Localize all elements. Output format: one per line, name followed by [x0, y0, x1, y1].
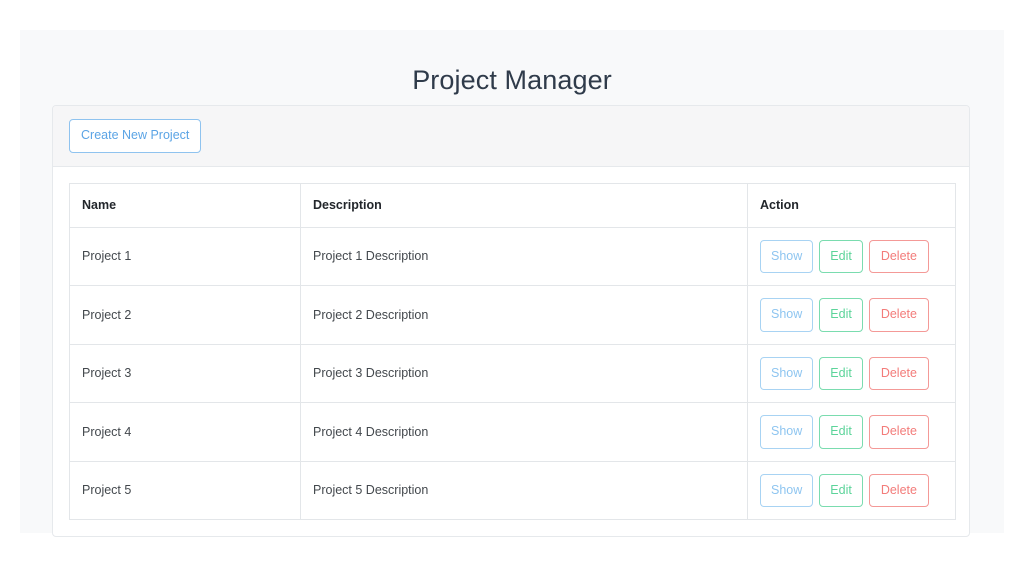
edit-project-button[interactable]: Edit	[819, 473, 863, 507]
cell-actions: Show Edit Delete	[747, 460, 956, 520]
cell-project-name: Project 5	[69, 460, 301, 520]
cell-project-description: Project 1 Description	[300, 226, 748, 286]
cell-actions: Show Edit Delete	[747, 402, 956, 462]
edit-project-button[interactable]: Edit	[819, 415, 863, 449]
table-header-row: Name Description Action	[69, 182, 956, 228]
cell-project-description: Project 2 Description	[300, 285, 748, 345]
column-header-action: Action	[747, 182, 956, 228]
show-project-button[interactable]: Show	[760, 473, 814, 507]
cell-project-description: Project 5 Description	[300, 460, 748, 520]
delete-project-button[interactable]: Delete	[868, 415, 929, 449]
projects-table: Name Description Action Project 1 Project…	[69, 182, 956, 521]
table-body: Project 1 Project 1 Description Show Edit De…	[69, 226, 956, 520]
column-header-name: Name	[69, 182, 301, 228]
show-project-button[interactable]: Show	[760, 298, 814, 332]
cell-project-name: Project 4	[69, 402, 301, 462]
card-body: Name Description Action Project 1 Project…	[53, 167, 969, 537]
show-project-button[interactable]: Show	[760, 415, 814, 449]
edit-project-button[interactable]: Edit	[819, 356, 863, 390]
cell-actions: Show Edit Delete	[747, 343, 956, 403]
cell-project-name: Project 3	[69, 343, 301, 403]
show-project-button[interactable]: Show	[760, 239, 814, 273]
delete-project-button[interactable]: Delete	[868, 239, 929, 273]
card-header: Create New Project	[53, 106, 969, 167]
delete-project-button[interactable]: Delete	[868, 356, 929, 390]
cell-actions: Show Edit Delete	[747, 226, 956, 286]
column-header-description: Description	[300, 182, 748, 228]
create-new-project-button[interactable]: Create New Project	[69, 119, 202, 153]
app-container: Project Manager Create New Project Name …	[20, 30, 1004, 537]
table-row: Project 1 Project 1 Description Show Edit De…	[69, 226, 956, 286]
table-row: Project 5 Project 5 Description Show Edit De…	[69, 460, 956, 520]
cell-project-name: Project 1	[69, 226, 301, 286]
edit-project-button[interactable]: Edit	[819, 239, 863, 273]
cell-actions: Show Edit Delete	[747, 285, 956, 345]
delete-project-button[interactable]: Delete	[868, 473, 929, 507]
cell-project-description: Project 3 Description	[300, 343, 748, 403]
cell-project-description: Project 4 Description	[300, 402, 748, 462]
table-row: Project 2 Project 2 Description Show Edit De…	[69, 285, 956, 345]
show-project-button[interactable]: Show	[760, 356, 814, 390]
edit-project-button[interactable]: Edit	[819, 298, 863, 332]
cell-project-name: Project 2	[69, 285, 301, 345]
table-row: Project 3 Project 3 Description Show Edit De…	[69, 343, 956, 403]
page-title: Project Manager	[412, 65, 612, 95]
delete-project-button[interactable]: Delete	[868, 298, 929, 332]
table-head: Name Description Action	[69, 182, 956, 228]
table-row: Project 4 Project 4 Description Show Edit De…	[69, 402, 956, 462]
projects-card: Create New Project Name Description Acti…	[52, 105, 970, 537]
